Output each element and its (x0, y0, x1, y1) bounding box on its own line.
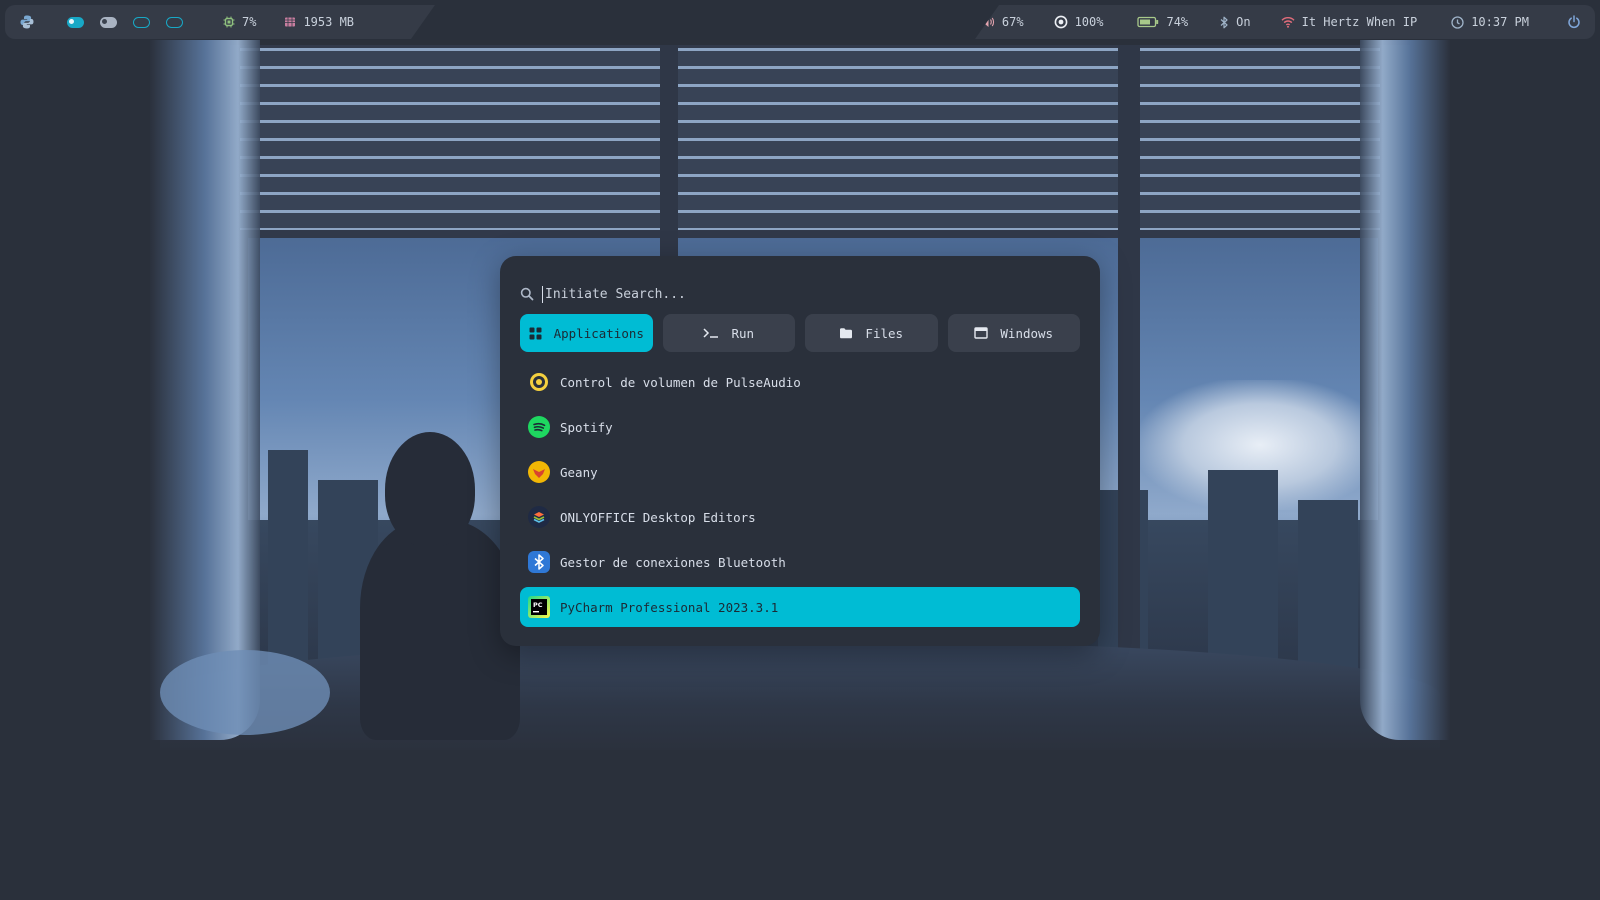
list-item-pulseaudio[interactable]: Control de volumen de PulseAudio (520, 362, 1080, 402)
clock-widget[interactable]: 10:37 PM (1451, 15, 1529, 29)
workspace-indicators (67, 17, 183, 28)
svg-text:PC: PC (533, 601, 543, 609)
bluetooth-status-icon (1220, 16, 1228, 28)
tab-windows-label: Windows (1000, 325, 1054, 341)
terminal-icon (703, 328, 719, 338)
top-bar-right: 67% 100% 74% On It Hertz When IP 10:37 P… (975, 5, 1595, 39)
list-item-label: ONLYOFFICE Desktop Editors (560, 509, 756, 525)
app-launcher: Applications Run Files Windows (500, 256, 1100, 646)
workspace-1[interactable] (67, 17, 84, 28)
list-item-onlyoffice[interactable]: ONLYOFFICE Desktop Editors (520, 497, 1080, 537)
tab-run[interactable]: Run (662, 314, 795, 352)
bluetooth-widget[interactable]: On (1220, 15, 1251, 29)
search-input[interactable] (542, 285, 1067, 303)
spotify-icon (528, 416, 550, 438)
list-item-label: PyCharm Professional 2023.3.1 (560, 599, 779, 615)
cpu-icon (223, 16, 235, 28)
wallpaper-curtain-right (1360, 40, 1450, 740)
grid-icon (529, 327, 542, 339)
cpu-usage: 7% (242, 15, 257, 29)
tab-windows[interactable]: Windows (947, 314, 1080, 352)
python-logo-icon[interactable] (19, 14, 35, 30)
tab-files-label: Files (865, 325, 904, 341)
brightness-widget[interactable]: 100% (1054, 15, 1104, 29)
cpu-widget[interactable]: 7% (223, 15, 256, 29)
bluetooth-icon (528, 551, 550, 573)
wallpaper-curtain-left (150, 40, 260, 740)
search-icon (520, 287, 534, 301)
list-item-label: Geany (560, 464, 598, 480)
launcher-mode-tabs: Applications Run Files Windows (520, 314, 1080, 352)
pycharm-icon: PC (528, 596, 550, 618)
memory-icon (284, 16, 296, 28)
tab-files[interactable]: Files (805, 314, 938, 352)
top-bar-left: 7% 1953 MB (5, 5, 435, 39)
tab-run-label: Run (731, 325, 755, 341)
wifi-network-name: It Hertz When IP (1301, 15, 1418, 29)
wallpaper-sill (160, 640, 1440, 750)
wallpaper-person-body (360, 520, 520, 740)
list-item-geany[interactable]: Geany (520, 452, 1080, 492)
bluetooth-status: On (1236, 15, 1251, 29)
geany-icon (528, 461, 550, 483)
wifi-widget[interactable]: It Hertz When IP (1281, 15, 1418, 29)
wallpaper-pillow (160, 650, 330, 735)
search-bar (520, 280, 1080, 308)
list-item-spotify[interactable]: Spotify (520, 407, 1080, 447)
list-item-pycharm[interactable]: PC PyCharm Professional 2023.3.1 (520, 587, 1080, 627)
list-item-label: Spotify (560, 419, 613, 435)
list-item-label: Gestor de conexiones Bluetooth (560, 554, 786, 570)
pulseaudio-icon (528, 371, 550, 393)
tab-applications-label: Applications (553, 325, 644, 341)
wallpaper-person-head (385, 432, 475, 547)
battery-level: 74% (1166, 15, 1189, 29)
wallpaper-blinds (240, 48, 1380, 230)
window-icon (974, 327, 989, 339)
power-button[interactable] (1567, 15, 1581, 29)
volume-level: 67% (1001, 15, 1024, 29)
folder-icon (840, 328, 853, 339)
battery-icon (1137, 16, 1159, 28)
wifi-icon (1281, 17, 1295, 28)
clock-time: 10:37 PM (1471, 15, 1529, 29)
list-item-bluetooth-manager[interactable]: Gestor de conexiones Bluetooth (520, 542, 1080, 582)
battery-widget[interactable]: 74% (1137, 15, 1188, 29)
workspace-3[interactable] (133, 17, 150, 28)
brightness-icon (1054, 15, 1067, 29)
list-item-label: Control de volumen de PulseAudio (560, 374, 801, 390)
memory-usage: 1953 MB (303, 15, 355, 29)
onlyoffice-icon (528, 506, 550, 528)
clock-icon (1451, 15, 1464, 29)
workspace-4[interactable] (166, 17, 183, 28)
brightness-level: 100% (1074, 15, 1104, 29)
power-icon (1568, 15, 1580, 29)
workspace-2[interactable] (100, 17, 117, 28)
tab-applications[interactable]: Applications (520, 314, 653, 352)
app-list: Control de volumen de PulseAudio Spotify… (520, 362, 1080, 632)
wallpaper-mullion (1118, 45, 1140, 705)
memory-widget[interactable]: 1953 MB (284, 15, 354, 29)
